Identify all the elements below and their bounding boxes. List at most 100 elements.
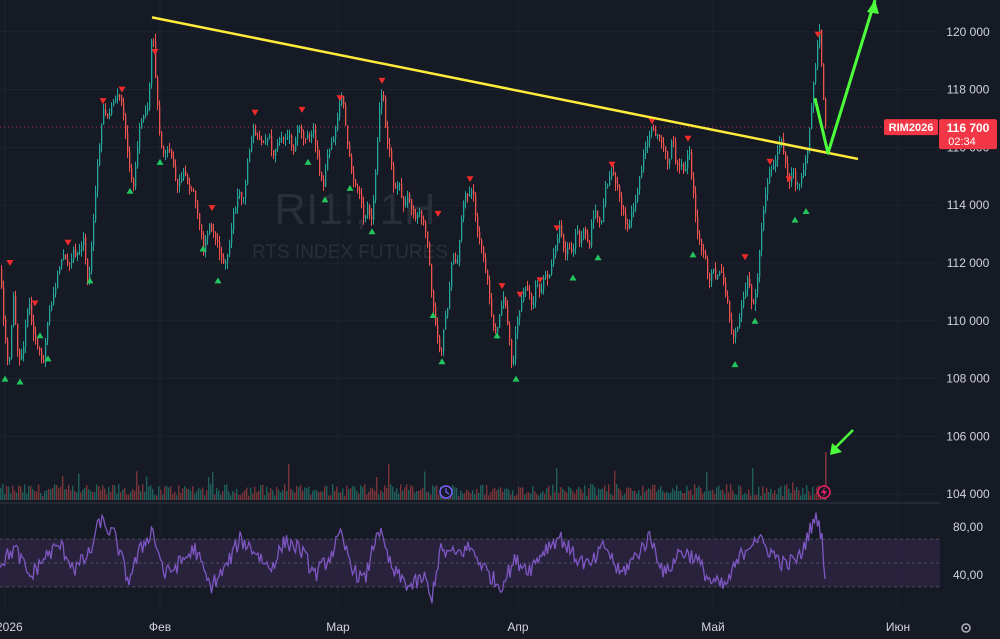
candle-body — [459, 239, 461, 262]
candle-body — [349, 144, 351, 157]
volume-bar — [522, 487, 524, 500]
candle-body — [393, 165, 395, 186]
candle-body — [555, 245, 557, 256]
volume-bar — [670, 492, 672, 500]
candle-body — [755, 292, 757, 304]
clock-icon[interactable] — [439, 485, 453, 499]
volume-bar — [582, 492, 584, 500]
candle-body — [439, 337, 441, 351]
volume-bar — [802, 487, 804, 500]
candle-body — [401, 184, 403, 199]
volume-bar — [462, 493, 464, 500]
volume-bar — [742, 494, 744, 500]
volume-bar — [382, 492, 384, 500]
volume-bar — [228, 491, 230, 500]
volume-bar — [482, 484, 484, 500]
volume-bar — [14, 490, 16, 500]
volume-bar — [700, 487, 702, 500]
candle-body — [595, 210, 597, 218]
volume-bar — [76, 492, 78, 500]
volume-bar — [48, 488, 50, 500]
candle-body — [697, 216, 699, 235]
volume-bar — [104, 488, 106, 500]
candle-body — [625, 213, 627, 225]
candle-body — [107, 113, 109, 117]
candle-body — [491, 298, 493, 315]
candle-body — [177, 178, 179, 187]
candle-body — [237, 195, 239, 209]
volume-bar — [488, 495, 490, 500]
volume-bar — [722, 489, 724, 500]
volume-bar — [590, 484, 592, 500]
candle-body — [731, 319, 733, 331]
volume-bar — [516, 494, 518, 500]
candle-body — [539, 284, 541, 293]
candle-body — [327, 154, 329, 171]
volume-bar — [296, 486, 298, 500]
volume-bar — [176, 495, 178, 500]
candle-body — [611, 172, 613, 178]
candle-body — [683, 163, 685, 172]
volume-bar — [354, 486, 356, 500]
candle-body — [7, 340, 9, 361]
candle-body — [189, 183, 191, 190]
volume-bar — [458, 495, 460, 500]
volume-bar — [608, 484, 610, 500]
candle-body — [809, 128, 811, 151]
price-chart[interactable]: RI1!, 1H RTS INDEX FUTURES 120 000 118 00… — [0, 0, 1000, 639]
volume-bar — [232, 491, 234, 500]
candle-body — [141, 120, 143, 129]
volume-bar — [622, 495, 624, 500]
price-tick-label: 104 000 — [946, 487, 990, 501]
volume-bar — [568, 486, 570, 500]
candle-body — [307, 134, 309, 139]
volume-bar — [24, 484, 26, 500]
volume-bar — [394, 491, 396, 500]
candle-body — [795, 171, 797, 185]
volume-bar — [410, 485, 412, 500]
candle-body — [677, 163, 679, 166]
candle-body — [551, 263, 553, 275]
volume-bar — [4, 493, 6, 500]
candle-body — [553, 255, 555, 264]
volume-bar — [648, 488, 650, 500]
candle-body — [53, 293, 55, 305]
price-axis[interactable]: 120 000118 000116 000114 000112 000110 0… — [946, 25, 990, 501]
lightning-icon[interactable] — [817, 485, 831, 499]
volume-bar — [182, 488, 184, 500]
candle-body — [149, 83, 151, 109]
volume-bar — [308, 486, 310, 500]
volume-bar — [220, 494, 222, 500]
candle-body — [671, 140, 673, 159]
volume-bar — [246, 487, 248, 500]
volume-bar — [708, 490, 710, 500]
candle-body — [343, 96, 345, 105]
candle-body — [43, 359, 45, 363]
volume-bar — [284, 484, 286, 500]
candle-body — [67, 258, 69, 264]
candle-body — [511, 339, 513, 364]
candle-body — [577, 231, 579, 235]
candle-body — [289, 135, 291, 137]
candle-body — [661, 138, 663, 143]
candle-body — [429, 243, 431, 265]
volume-bar — [518, 487, 520, 500]
volume-bar — [768, 492, 770, 500]
candle-body — [207, 233, 209, 239]
volume-bar — [804, 494, 806, 500]
chart-window[interactable]: RI1!, 1H RTS INDEX FUTURES 120 000 118 00… — [0, 0, 1000, 639]
candle-body — [113, 101, 115, 106]
candle-body — [241, 191, 243, 199]
candle-body — [229, 243, 231, 255]
candle-body — [701, 241, 703, 251]
candle-body — [23, 346, 25, 355]
volume-bar — [378, 494, 380, 500]
candle-body — [319, 156, 321, 173]
candle-body — [217, 239, 219, 242]
volume-bar — [480, 485, 482, 500]
candle-body — [455, 259, 457, 263]
time-tick-label: Апр — [507, 620, 529, 634]
volume-bar — [36, 491, 38, 500]
volume-bar — [588, 488, 590, 500]
volume-bar — [94, 492, 96, 500]
